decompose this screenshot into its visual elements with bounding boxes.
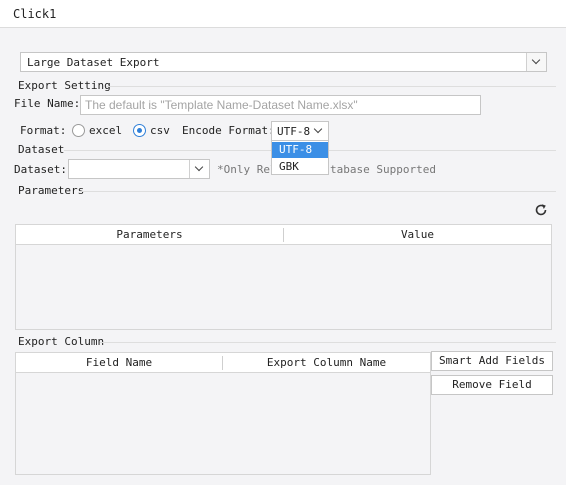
- column-header-value[interactable]: Value: [284, 225, 551, 244]
- encode-option-gbk[interactable]: GBK: [272, 159, 328, 175]
- format-excel-radio[interactable]: [72, 124, 85, 137]
- format-label: Format:: [20, 124, 67, 137]
- parameters-table: Parameters Value: [15, 224, 552, 330]
- encode-option-utf8[interactable]: UTF-8: [272, 142, 328, 158]
- parameters-divider: [80, 191, 556, 192]
- window-title: Click1: [13, 7, 57, 21]
- encode-format-options: UTF-8 GBK: [271, 140, 329, 175]
- encode-format-dropdown-button[interactable]: [311, 122, 328, 140]
- file-name-input[interactable]: The default is "Template Name-Dataset Na…: [80, 95, 481, 115]
- format-csv-label[interactable]: csv: [150, 124, 170, 137]
- encode-format-value: UTF-8: [277, 125, 311, 138]
- export-setting-divider: [106, 86, 556, 87]
- remove-field-button[interactable]: Remove Field: [431, 375, 553, 395]
- export-setting-title: Export Setting: [18, 79, 111, 92]
- column-header-parameters[interactable]: Parameters: [16, 225, 283, 244]
- export-column-table: Field Name Export Column Name: [15, 352, 431, 475]
- column-header-field-name[interactable]: Field Name: [16, 353, 222, 372]
- format-excel-label[interactable]: excel: [89, 124, 122, 137]
- file-name-label: File Name:: [14, 97, 81, 110]
- export-column-table-header: Field Name Export Column Name: [16, 353, 430, 373]
- chevron-down-icon: [194, 162, 204, 172]
- format-csv-radio[interactable]: [133, 124, 146, 137]
- chevron-down-icon: [531, 55, 541, 65]
- export-column-title: Export Column: [18, 335, 105, 348]
- chevron-down-icon: [313, 124, 323, 134]
- title-bar: Click1: [0, 0, 566, 28]
- export-type-dropdown-button[interactable]: [526, 53, 546, 71]
- dataset-select[interactable]: [68, 159, 210, 179]
- export-type-select[interactable]: Large Dataset Export: [20, 52, 547, 72]
- dataset-note: *Only Rel: [217, 163, 277, 176]
- dataset-title: Dataset: [18, 143, 65, 156]
- dataset-dropdown-button[interactable]: [189, 160, 209, 178]
- export-type-value: Large Dataset Export: [27, 56, 160, 69]
- smart-add-fields-button[interactable]: Smart Add Fields: [431, 351, 553, 371]
- encode-format-select[interactable]: UTF-8: [271, 121, 329, 141]
- parameters-title: Parameters: [18, 184, 85, 197]
- parameters-table-header: Parameters Value: [16, 225, 551, 245]
- refresh-icon[interactable]: [534, 203, 548, 217]
- column-header-export-column-name[interactable]: Export Column Name: [223, 353, 430, 372]
- dataset-note-tail: tabase Supported: [330, 163, 436, 176]
- file-name-placeholder: The default is "Template Name-Dataset Na…: [85, 98, 358, 112]
- encode-format-label: Encode Format:: [182, 124, 275, 137]
- export-column-divider: [100, 342, 556, 343]
- dataset-label: Dataset:: [14, 163, 67, 176]
